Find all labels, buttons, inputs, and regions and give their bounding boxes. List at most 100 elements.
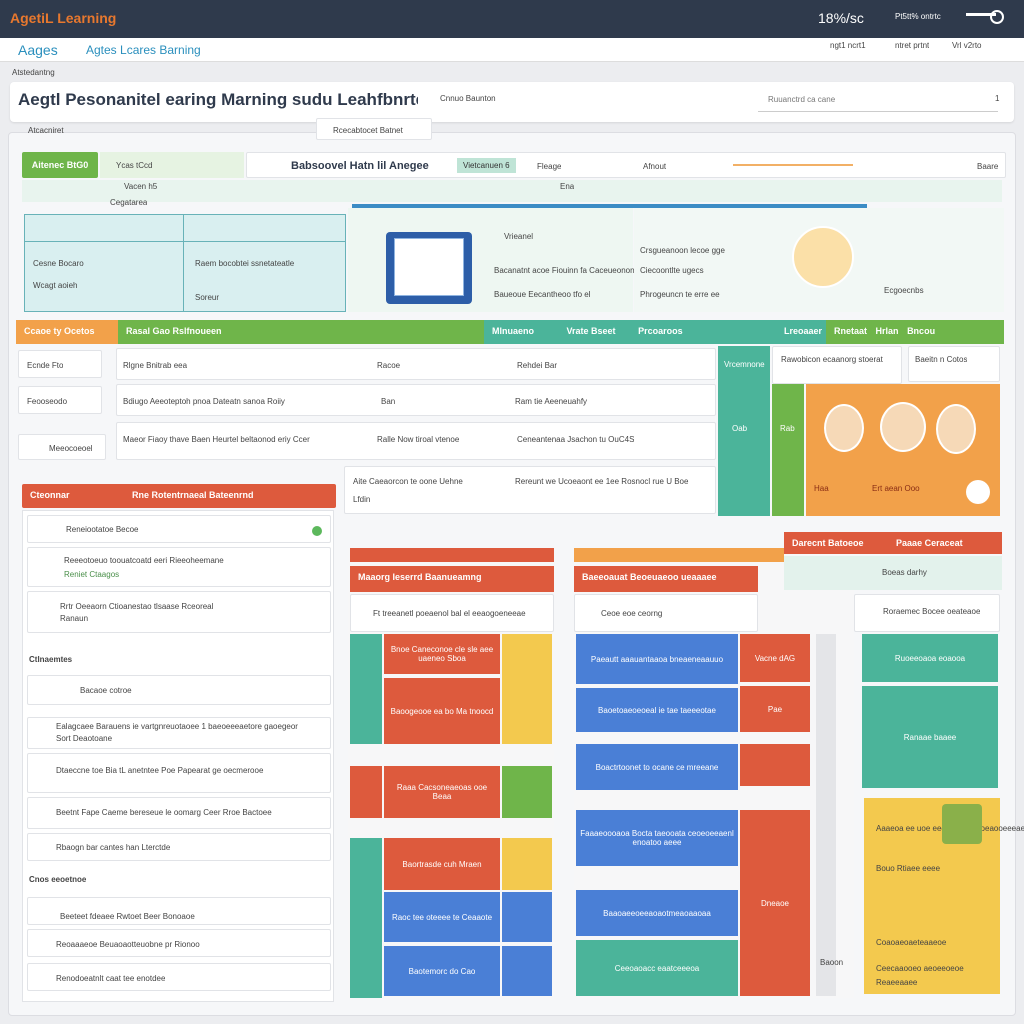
board-b-tile[interactable]: Faaaeoooaoa Bocta taeooata ceoeoeeaenl e… [576, 810, 738, 866]
strip-4-label: Vrate Bseet [566, 326, 616, 336]
row1-sub-2: Cegatarea [110, 198, 148, 207]
mid-title: Vrieanel [504, 232, 534, 241]
trophy-icon[interactable] [942, 804, 982, 844]
course-label-1: Cesne Bocaro [33, 259, 84, 268]
tab-cards[interactable]: Ycas tCcd [100, 152, 244, 178]
status-dot-icon [312, 526, 322, 536]
table-row-label-0[interactable]: Ecnde Fto [18, 350, 102, 378]
list-item[interactable]: Renodoeatnlt caat tee enotdee [27, 963, 331, 991]
board-a-blue-icon-2[interactable] [502, 946, 552, 996]
list-item[interactable]: Beeteet fdeaee Rwtoet Beer Bonoaoe [27, 897, 331, 925]
search-input[interactable]: Ruuanctrd ca cane [758, 90, 998, 112]
green-action-button[interactable]: Aitenec BtG0 [22, 152, 98, 178]
board-c-tile[interactable]: Ranaae baaee [862, 686, 998, 788]
course-col2b: Soreur [195, 293, 220, 302]
brand-logo[interactable]: AgetiL Learning [10, 10, 116, 26]
profile-icon[interactable] [990, 10, 1004, 24]
list-item[interactable]: Dtaeccne toe Bia tL anetntee Poe Papeara… [27, 753, 331, 793]
list-item[interactable]: Reneiootatoe Becoe [27, 515, 331, 543]
course-label-2: Wcagt aoieh [33, 281, 78, 290]
board-a-tile[interactable]: Baoogeooe ea bo Ma tnoocd [384, 678, 500, 744]
board-b-sub: Ceoe eoe ceorng [574, 594, 758, 632]
strip-5-label: Prcoaroos [638, 326, 683, 336]
table-row-label-1[interactable]: Feooseodo [18, 386, 102, 414]
document-page-icon [394, 238, 464, 296]
green-action-label: Aitenec BtG0 [31, 160, 89, 170]
right-head-card-2: Baeitn n Cotos [908, 346, 1000, 382]
play-icon[interactable] [966, 480, 990, 504]
board-a-header: Maaorg Ieserrd Baanueamng [350, 566, 554, 592]
table-row[interactable]: Bdiugo Aeeoteptoh pnoa Dateatn sanoa Roi… [116, 384, 716, 416]
strip-3[interactable]: Mlnuaeno Vrate Bseet Prcoaroos [484, 320, 776, 344]
list-group-label: Ctlnaemtes [29, 655, 73, 664]
panel-tab[interactable]: Rcecabtocet Batnet [316, 118, 432, 140]
strip-7[interactable]: Rnetaat Hrlan Bncou [826, 320, 1004, 344]
mid-text-1: Bacanatnt acoe Fiouinn fa Caceueonon [494, 266, 635, 275]
board-a-tile[interactable]: Raoc tee oteeee te Ceaaote [384, 892, 500, 942]
category-strip: Ccaoe ty Ocetos Rasal Gao Rslfnoueen Mln… [16, 320, 1004, 344]
list-panel: Reneiootatoe Becoe Reeeotoeuo toouatcoat… [22, 510, 334, 1002]
chip-teal[interactable]: Vietcanuen 6 [457, 158, 516, 173]
nav-link-2[interactable]: ntret prtnt [895, 41, 929, 50]
board-a-badge-icon[interactable] [502, 766, 552, 818]
row1-sub-3: Ena [560, 182, 575, 191]
chip-4[interactable]: Baare [977, 162, 998, 171]
list-item[interactable]: Bacaoe cotroe [27, 675, 331, 705]
top-bar: AgetiL Learning 18%/sc Pt5tt% ontrtc [0, 0, 1024, 38]
board-b-tile[interactable]: Baoetoaeoeoeal ie tae taeeeotae [576, 688, 738, 732]
panel-tab-label: Rcecabtocet Batnet [333, 126, 403, 135]
nav-bar: Aages Agtes Lcares Barning ngt1 ncrt1 nt… [0, 38, 1024, 62]
table-row[interactable]: Aite Caeaorcon te oone Uehne Lfdin Rereu… [344, 466, 716, 514]
board-b-tile[interactable]: Paeautt aaauantaaoa bneaeneaauuo [576, 634, 738, 684]
nav-link-1[interactable]: ngt1 ncrt1 [830, 41, 866, 50]
board-c-sub: Boeas darhy [784, 556, 1002, 590]
nav-logo[interactable]: Aages [18, 42, 58, 58]
teacher-avatar-icon[interactable] [880, 402, 926, 452]
learner-avatar-icon [792, 226, 854, 288]
profile-panel: Crsgueanoon lecoe gge Ciecoontlte ugecs … [634, 208, 1004, 312]
list-item[interactable]: Reeeotoeuo toouatcoatd eeri Rieeoheemane… [27, 547, 331, 587]
strip-6[interactable]: Lreoaaer [776, 320, 826, 344]
row1-heading: Babsoovel Hatn lil Anegee [291, 160, 429, 172]
row1-header: Babsoovel Hatn lil Anegee Vietcanuen 6 F… [246, 152, 1006, 178]
strip-2[interactable]: Rasal Gao Rslfnoueen [118, 320, 484, 344]
board-a-yellow-2 [502, 838, 552, 890]
right-text-3: Phrogeuncn te erre ee [640, 290, 720, 299]
title-tag[interactable]: Cnnuo Baunton [440, 94, 496, 103]
title-bar: Aegtl Pesonanitel earing Marning sudu Le… [10, 82, 1014, 122]
board-a-blue-icon[interactable] [502, 892, 552, 942]
list-item[interactable]: Ealagcaee Barauens ie vartgnreuotaoee 1 … [27, 717, 331, 749]
chip-3[interactable]: Afnout [643, 162, 666, 171]
chip-2[interactable]: Fleage [537, 162, 561, 171]
right-head-card: Rawobicon ecaanorg stoerat [772, 346, 902, 384]
board-c-tile[interactable]: Ruoeeoaoa eoaooa [862, 634, 998, 682]
board-b-tile[interactable]: Ceeoaoacc eaatceeeoa [576, 940, 738, 996]
nav-subtitle[interactable]: Agtes Lcares Barning [86, 43, 201, 57]
board-a-tile[interactable]: Baotemorc do Cao [384, 946, 500, 996]
top-status: Pt5tt% ontrtc [895, 12, 941, 21]
tab-cards-label: Ycas tCcd [116, 161, 153, 170]
strip-1[interactable]: Ccaoe ty Ocetos [16, 320, 118, 344]
green-column: Rab [772, 384, 804, 516]
board-b-header: Baeeoauat Beoeuaeoo ueaaaee [574, 566, 758, 592]
board-a-tile[interactable]: Bnoe Caneconoe cle sle aee uaeneo Sboa [384, 634, 500, 674]
student-avatar-icon[interactable] [824, 404, 864, 452]
table-row[interactable]: Rlgne Bnitrab eea Racoe Rehdei Bar [116, 348, 716, 380]
progress-slider[interactable] [733, 164, 853, 166]
board-b-tile[interactable]: Boactrtoonet to ocane ce mreeane [576, 744, 738, 790]
board-a-tile[interactable]: Baortrasde cuh Mraen [384, 838, 500, 890]
table-row[interactable]: Maeor Fiaoy thave Baen Heurtel beltaonod… [116, 422, 716, 460]
right-text-2: Ciecoontlte ugecs [640, 266, 704, 275]
nav-link-3[interactable]: Vrl v2rto [952, 41, 982, 50]
list-item[interactable]: Reoaaaeoe Beuaoaotteuobne pr Rionoo [27, 929, 331, 957]
list-item[interactable]: Rbaogn bar cantes han Lterctde [27, 833, 331, 861]
breadcrumb[interactable]: Atstedantng [12, 68, 55, 77]
list-item[interactable]: Rrtr Oeeaorn Ctioanestao tlsaase Rceorea… [27, 591, 331, 633]
table-row-label-2[interactable]: Meeocoeoel [18, 434, 106, 460]
board-a-tile[interactable]: Raaa Cacsoneaeoas ooe Beaa [384, 766, 500, 818]
list-header-badge[interactable]: Rne Rotentrnaeal Bateenrnd [132, 490, 254, 500]
mentor-avatar-icon[interactable] [936, 404, 976, 454]
strip-7-label: Rnetaat [834, 326, 868, 336]
board-b-tile[interactable]: Baaoaeeoeeaoaotmeaoaaoaa [576, 890, 738, 936]
list-item[interactable]: Beetnt Fape Caeme bereseue le oomarg Cee… [27, 797, 331, 829]
